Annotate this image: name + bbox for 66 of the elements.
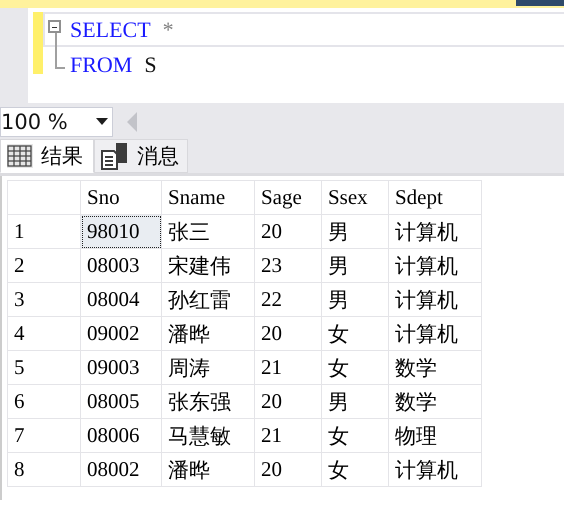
row-number[interactable]: 4 — [8, 316, 80, 350]
table-cell[interactable]: 23 — [254, 248, 322, 282]
messages-icon — [101, 142, 129, 170]
table-cell[interactable]: 08002 — [80, 452, 162, 486]
table-cell[interactable]: 女 — [322, 316, 388, 350]
table-cell[interactable]: 女 — [322, 350, 388, 384]
table-cell[interactable]: 男 — [322, 384, 388, 418]
table-cell[interactable]: 潘晔 — [162, 316, 254, 350]
table-cell[interactable]: 98010 — [80, 214, 162, 248]
caret-icon — [96, 118, 108, 125]
sql-keyword: FROM — [70, 52, 132, 78]
table-cell[interactable]: 计算机 — [388, 282, 482, 316]
column-header[interactable]: Sage — [254, 180, 322, 214]
row-number[interactable]: 5 — [8, 350, 80, 384]
table-cell[interactable]: 20 — [254, 316, 322, 350]
result-tab[interactable]: 消息 — [94, 139, 188, 173]
table-cell[interactable]: 09003 — [80, 350, 162, 384]
table-cell[interactable]: 数学 — [388, 350, 482, 384]
table-cell[interactable]: 男 — [322, 214, 388, 248]
table-cell[interactable]: 物理 — [388, 418, 482, 452]
table-cell[interactable]: 女 — [322, 452, 388, 486]
row-number[interactable]: 7 — [8, 418, 80, 452]
column-header[interactable]: Sname — [162, 180, 254, 214]
table-cell[interactable]: 计算机 — [388, 214, 482, 248]
table-cell[interactable]: 21 — [254, 350, 322, 384]
table-cell[interactable]: 女 — [322, 418, 388, 452]
table-cell[interactable]: 20 — [254, 214, 322, 248]
table-cell[interactable]: 数学 — [388, 384, 482, 418]
table-cell[interactable]: 20 — [254, 384, 322, 418]
table-cell[interactable]: 孙红雷 — [162, 282, 254, 316]
table-cell[interactable]: 男 — [322, 248, 388, 282]
sql-keyword: SELECT — [70, 16, 151, 42]
row-number[interactable]: 6 — [8, 384, 80, 418]
result-tab[interactable]: 结果 — [0, 139, 94, 173]
table-cell[interactable]: 周涛 — [162, 350, 254, 384]
row-number[interactable]: 8 — [8, 452, 80, 486]
table-name: S — [144, 52, 157, 78]
collapse-icon[interactable] — [48, 20, 61, 33]
table-cell[interactable]: 宋建伟 — [162, 248, 254, 282]
table-cell[interactable]: 计算机 — [388, 316, 482, 350]
column-header[interactable]: Ssex — [322, 180, 388, 214]
sql-operator: * — [162, 16, 174, 42]
row-number[interactable]: 2 — [8, 248, 80, 282]
window-corner — [516, 0, 564, 6]
table-cell[interactable]: 08005 — [80, 384, 162, 418]
change-marker — [33, 12, 43, 74]
table-cell[interactable]: 08003 — [80, 248, 162, 282]
table-cell[interactable]: 张三 — [162, 214, 254, 248]
table-cell[interactable]: 08006 — [80, 418, 162, 452]
table-cell[interactable]: 08004 — [80, 282, 162, 316]
table-cell[interactable]: 男 — [322, 282, 388, 316]
table-cell[interactable]: 计算机 — [388, 452, 482, 486]
table-cell[interactable]: 张东强 — [162, 384, 254, 418]
zoom-value: 100 % — [1, 110, 68, 134]
table-cell[interactable]: 09002 — [80, 316, 162, 350]
table-cell[interactable]: 22 — [254, 282, 322, 316]
table-cell[interactable]: 21 — [254, 418, 322, 452]
table-cell[interactable]: 20 — [254, 452, 322, 486]
table-cell[interactable]: 潘晔 — [162, 452, 254, 486]
zoom-dropdown[interactable]: 100 % — [0, 106, 113, 136]
column-header[interactable]: Sdept — [388, 180, 482, 214]
grid-icon — [7, 144, 33, 168]
table-cell[interactable]: 马慧敏 — [162, 418, 254, 452]
row-number[interactable]: 3 — [8, 282, 80, 316]
code-editor[interactable]: SELECT * FROM S — [0, 8, 564, 105]
table-cell[interactable]: 计算机 — [388, 248, 482, 282]
